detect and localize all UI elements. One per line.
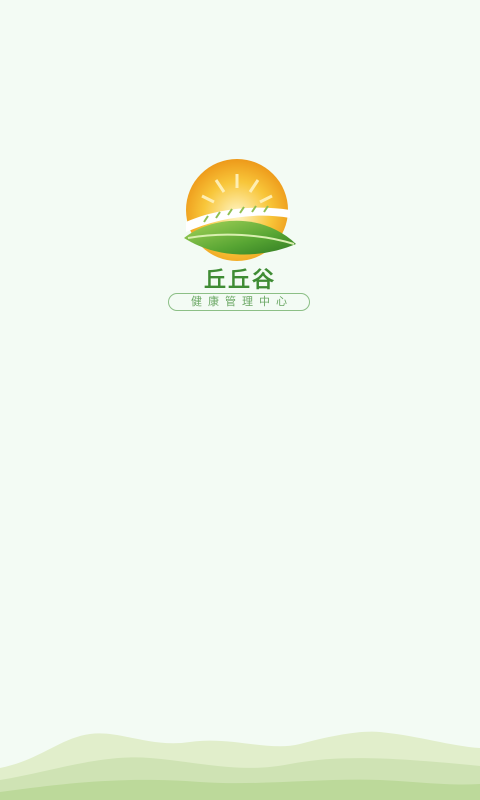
brand-name: 丘丘谷 (203, 267, 276, 293)
tagline-badge: 健康管理中心 (168, 293, 310, 311)
splash-screen: 丘丘谷 健康管理中心 (0, 0, 480, 800)
app-logo-icon (184, 159, 296, 261)
rolling-hills-icon (0, 731, 480, 800)
